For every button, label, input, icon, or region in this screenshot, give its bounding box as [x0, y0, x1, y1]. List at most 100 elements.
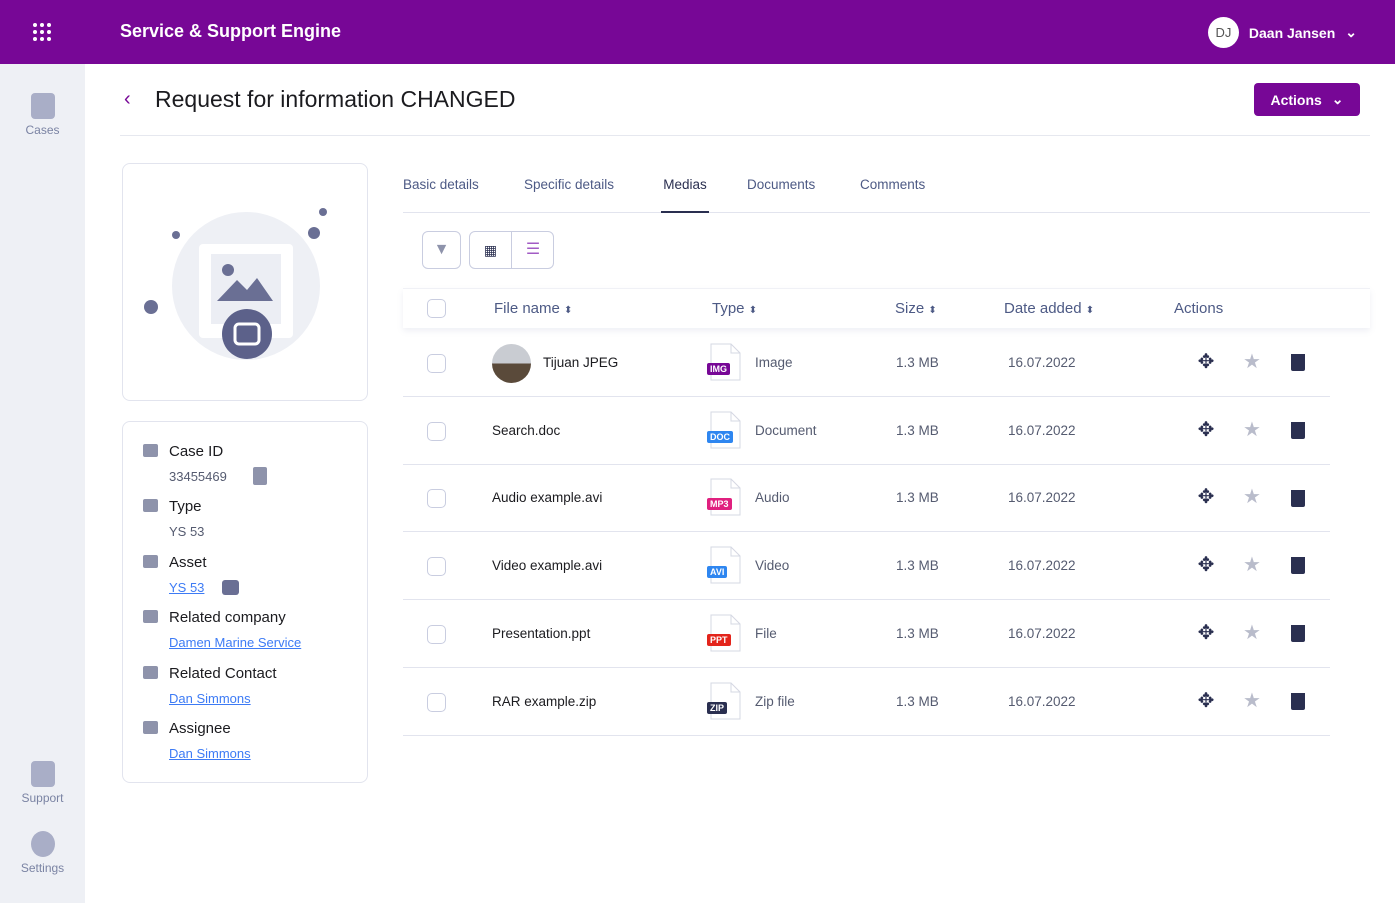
trash-icon[interactable]	[1287, 351, 1309, 373]
date-added: 16.07.2022	[1008, 558, 1076, 574]
page-title: Request for information CHANGED	[155, 86, 516, 112]
select-all-checkbox[interactable]	[427, 299, 446, 318]
tab-medias[interactable]: Medias	[661, 177, 709, 213]
file-badge: AVI	[707, 566, 728, 579]
file-type-icon: PPT	[707, 614, 741, 652]
file-size: 1.3 MB	[896, 693, 939, 709]
header-label: Type	[712, 300, 745, 317]
trash-icon[interactable]	[1287, 690, 1309, 712]
tabs: Basic details Specific details Medias Do…	[403, 177, 1370, 213]
file-name[interactable]: Search.doc	[492, 423, 560, 438]
filter-button[interactable]: ▼	[422, 231, 461, 269]
table-row[interactable]: Search.doc DOC Document 1.3 MB 16.07.202…	[403, 397, 1330, 465]
move-icon[interactable]: ✥	[1195, 622, 1217, 644]
field-value: YS 53	[169, 524, 205, 539]
row-checkbox[interactable]	[427, 489, 446, 509]
file-name[interactable]: Presentation.ppt	[492, 626, 590, 641]
move-icon[interactable]: ✥	[1195, 554, 1217, 576]
row-checkbox[interactable]	[427, 692, 446, 712]
field-label: Case ID	[169, 443, 224, 460]
field-label: Type	[169, 498, 202, 515]
row-checkbox[interactable]	[427, 354, 446, 373]
table-row[interactable]: Audio example.avi MP3 Audio 1.3 MB 16.07…	[403, 464, 1330, 533]
chevron-down-icon: ⌄	[1331, 91, 1344, 107]
company-link[interactable]: Damen Marine Service	[169, 635, 301, 650]
file-type: Zip file	[755, 693, 795, 709]
user-menu[interactable]: DJ Daan Jansen ⌄	[1207, 17, 1357, 48]
file-type: Audio	[755, 490, 790, 506]
col-actions: Actions	[1174, 300, 1224, 317]
tab-specific-details[interactable]: Specific details	[524, 177, 614, 213]
sort-icon: ⬍	[928, 305, 937, 316]
file-size: 1.3 MB	[896, 355, 939, 370]
asset-link[interactable]: YS 53	[169, 580, 204, 595]
file-badge: ZIP	[707, 701, 728, 714]
star-icon[interactable]: ★	[1241, 486, 1263, 508]
col-size[interactable]: Size ⬍	[895, 300, 937, 317]
view-toggle: ▦ ☰	[469, 231, 554, 269]
field-label: Asset	[169, 554, 207, 571]
star-icon[interactable]: ★	[1241, 690, 1263, 712]
table-row[interactable]: Video example.avi AVI Video 1.3 MB 16.07…	[403, 532, 1330, 601]
star-icon[interactable]: ★	[1241, 351, 1263, 373]
grid-view-button[interactable]: ▦	[470, 232, 512, 268]
trash-icon[interactable]	[1287, 486, 1309, 508]
copy-icon[interactable]	[253, 467, 267, 485]
table-row[interactable]: RAR example.zip ZIP Zip file 1.3 MB 16.0…	[403, 668, 1330, 736]
top-bar: Service & Support Engine DJ Daan Jansen …	[0, 0, 1395, 64]
tab-documents[interactable]: Documents	[747, 177, 815, 213]
col-date-added[interactable]: Date added ⬍	[1004, 300, 1094, 317]
sidebar-item-support[interactable]: Support	[0, 761, 85, 805]
file-size: 1.3 MB	[896, 558, 939, 574]
table-row[interactable]: Tijuan JPEG IMG Image 1.3 MB 16.07.2022 …	[403, 329, 1330, 397]
table-row[interactable]: Presentation.ppt PPT File 1.3 MB 16.07.2…	[403, 600, 1330, 668]
move-icon[interactable]: ✥	[1195, 351, 1217, 373]
sidebar-item-cases[interactable]: Cases	[0, 93, 85, 137]
row-checkbox[interactable]	[427, 421, 446, 441]
file-type-icon: DOC	[707, 411, 741, 449]
divider	[120, 135, 1370, 136]
file-badge: DOC	[707, 430, 733, 443]
contact-icon	[143, 721, 158, 734]
qa-icon	[30, 761, 55, 787]
trash-icon[interactable]	[1287, 554, 1309, 576]
star-icon[interactable]: ★	[1241, 554, 1263, 576]
file-name[interactable]: Audio example.avi	[492, 490, 602, 505]
move-icon[interactable]: ✥	[1195, 486, 1217, 508]
file-size: 1.3 MB	[896, 490, 939, 506]
actions-button[interactable]: Actions ⌄	[1254, 83, 1360, 116]
star-icon[interactable]: ★	[1241, 419, 1263, 441]
file-name[interactable]: Tijuan JPEG	[543, 355, 618, 370]
star-icon[interactable]: ★	[1241, 622, 1263, 644]
sidebar-item-label: Settings	[20, 861, 65, 875]
contact-icon	[143, 666, 158, 679]
list-icon[interactable]	[222, 580, 239, 595]
contact-link[interactable]: Dan Simmons	[169, 691, 251, 706]
list-view-button[interactable]: ☰	[512, 232, 554, 268]
trash-icon[interactable]	[1287, 622, 1309, 644]
file-name[interactable]: Video example.avi	[492, 558, 602, 573]
col-type[interactable]: Type ⬍	[712, 300, 757, 317]
move-icon[interactable]: ✥	[1195, 690, 1217, 712]
file-type: File	[755, 625, 777, 641]
list-icon: ☰	[525, 241, 541, 258]
tab-basic-details[interactable]: Basic details	[403, 177, 479, 213]
apps-grid-icon[interactable]	[33, 23, 51, 41]
file-badge: IMG	[707, 363, 730, 375]
back-chevron-icon[interactable]: ‹	[124, 88, 131, 111]
tab-comments[interactable]: Comments	[860, 177, 925, 213]
date-added: 16.07.2022	[1008, 693, 1076, 709]
media-illustration-card	[122, 163, 368, 401]
row-checkbox[interactable]	[427, 557, 446, 577]
assignee-link[interactable]: Dan Simmons	[169, 746, 251, 761]
file-name[interactable]: RAR example.zip	[492, 694, 596, 709]
sidebar-item-settings[interactable]: Settings	[0, 831, 85, 875]
trash-icon[interactable]	[1287, 419, 1309, 441]
field-value: 33455469	[169, 469, 227, 484]
grid-icon: ▦	[483, 242, 498, 258]
col-file-name[interactable]: File name ⬍	[494, 300, 572, 317]
chevron-down-icon: ⌄	[1345, 24, 1357, 40]
move-icon[interactable]: ✥	[1195, 419, 1217, 441]
row-checkbox[interactable]	[427, 624, 446, 644]
gear-icon	[30, 831, 55, 857]
